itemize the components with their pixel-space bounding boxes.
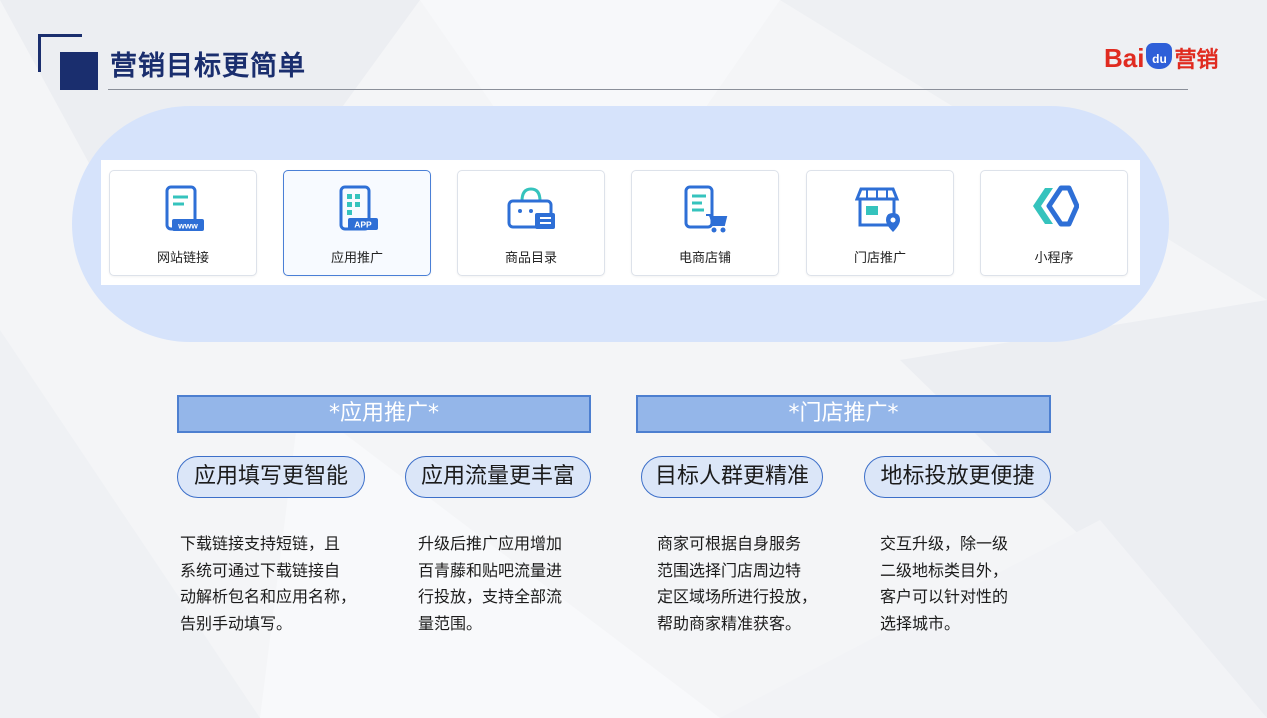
target-card-store[interactable]: 门店推广 xyxy=(806,170,954,276)
target-label: 门店推广 xyxy=(853,251,906,266)
brand-latin: Bai xyxy=(1104,42,1145,73)
feature-pill: 应用填写更智能 xyxy=(177,456,365,498)
feature-pill: 地标投放更便捷 xyxy=(864,456,1051,498)
mini-program-icon xyxy=(1033,185,1079,227)
logo-outline-edge xyxy=(38,34,41,72)
store-promotion-icon xyxy=(855,187,900,232)
logo-solid-square xyxy=(60,52,98,90)
baidu-marketing-logo: Bai du 营销 xyxy=(1104,42,1218,74)
target-label: 电商店铺 xyxy=(678,251,731,266)
www-badge: www xyxy=(177,221,198,231)
section-header-app: *应用推广* xyxy=(177,395,591,433)
website-link-icon: www xyxy=(165,185,204,231)
page-title: 营销目标更简单 xyxy=(110,51,306,82)
ecommerce-store-icon xyxy=(684,185,728,233)
app-badge: APP xyxy=(354,220,372,230)
target-label: 网站链接 xyxy=(156,251,209,266)
section-header-store: *门店推广* xyxy=(636,395,1051,433)
title-divider xyxy=(108,89,1188,90)
target-card-ecommerce[interactable]: 电商店铺 xyxy=(631,170,779,276)
product-catalog-icon xyxy=(507,187,555,229)
target-card-app[interactable]: APP 应用推广 xyxy=(283,170,431,276)
brand-chinese: 营销 xyxy=(1174,47,1219,72)
app-promotion-icon: APP xyxy=(339,185,378,231)
slide: 营销目标更简单 Bai du 营销 www 网站链接 APP 应用推广 商品目录… xyxy=(0,0,1267,718)
target-card-mini-program[interactable]: 小程序 xyxy=(980,170,1128,276)
target-label: 小程序 xyxy=(1034,251,1074,266)
feature-description: 下载链接支持短链，且 系统可通过下载链接自 动解析包名和应用名称， 告别手动填写… xyxy=(180,534,357,633)
feature-pill: 目标人群更精准 xyxy=(641,456,823,498)
target-card-website[interactable]: www 网站链接 xyxy=(109,170,257,276)
paw-text: du xyxy=(1152,52,1167,66)
target-label: 应用推广 xyxy=(330,251,383,266)
feature-description: 交互升级，除一级 二级地标类目外， 客户可以针对性的 选择城市。 xyxy=(880,534,1009,633)
target-card-catalog[interactable]: 商品目录 xyxy=(457,170,605,276)
feature-description: 升级后推广应用增加 百青藤和贴吧流量进 行投放，支持全部流 量范围。 xyxy=(418,534,563,633)
baidu-paw-icon: du xyxy=(1146,43,1173,69)
feature-pill: 应用流量更丰富 xyxy=(405,456,591,498)
feature-description: 商家可根据自身服务 范围选择门店周边特 定区域场所进行投放， 帮助商家精准获客。 xyxy=(657,534,818,633)
target-label: 商品目录 xyxy=(504,251,557,266)
